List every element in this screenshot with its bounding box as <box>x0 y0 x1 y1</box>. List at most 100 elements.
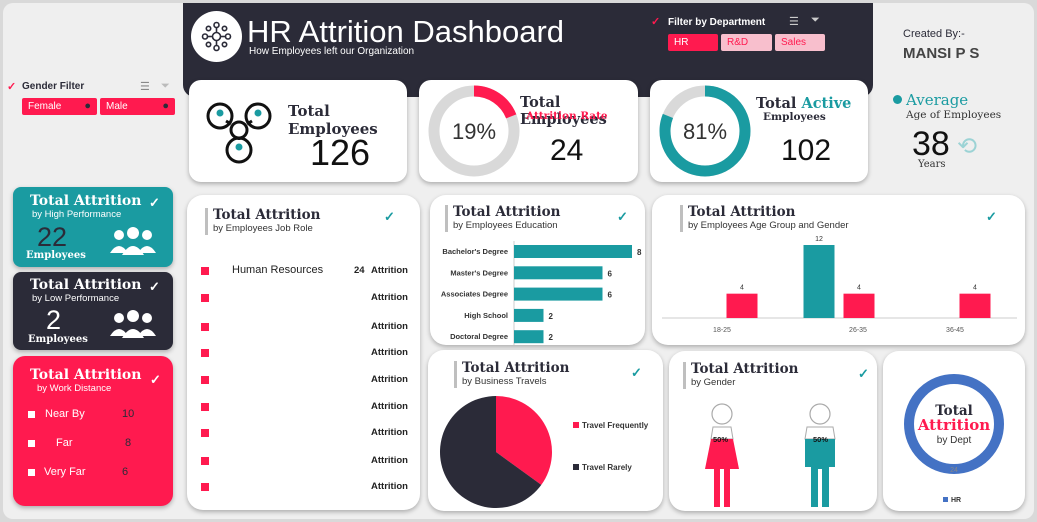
tick-label: 18-25 <box>713 327 731 334</box>
distance-title: Total Attrition <box>30 367 142 383</box>
education-title: Total Attrition <box>453 204 561 220</box>
bar <box>514 245 632 258</box>
high-perf-check-icon: ✓ <box>149 195 160 210</box>
female-person-icon: ● <box>84 100 91 112</box>
clear-filter-icon[interactable]: ⏷ <box>811 14 820 27</box>
dashboard-title: HR Attrition Dashboard <box>247 14 565 49</box>
job-role-title: Total Attrition <box>213 207 321 223</box>
job-role-row[interactable]: Attrition <box>201 400 416 416</box>
job-role-name: Human Resources <box>232 264 324 276</box>
job-role-row[interactable]: Human Resources 24 Attrition <box>201 264 416 280</box>
dept-option-hr[interactable]: HR <box>668 34 718 51</box>
gender-multi-select-icon[interactable]: ☰ <box>140 80 150 93</box>
job-role-row[interactable]: Attrition <box>201 480 416 496</box>
age-group-check-icon: ✓ <box>986 209 997 224</box>
high-perf-value: 22 <box>37 222 68 252</box>
average-dot-icon <box>893 95 902 104</box>
distance-value: 8 <box>125 437 132 449</box>
job-role-label: Attrition <box>371 321 408 332</box>
gender-option-female[interactable]: Female ● <box>22 98 97 115</box>
square-bullet-icon <box>201 403 209 411</box>
legend-swatch <box>943 497 948 502</box>
attrition-percent: 19% <box>451 119 497 144</box>
dept-option-rnd[interactable]: R&D <box>721 34 772 51</box>
job-role-subtitle: by Employees Job Role <box>213 223 313 234</box>
distance-row: Near By 10 <box>28 407 168 436</box>
job-role-row[interactable]: Attrition <box>201 320 416 336</box>
low-perf-title: Total Attrition <box>30 277 142 293</box>
job-role-row[interactable]: Attrition <box>201 426 416 442</box>
bar <box>514 266 603 280</box>
job-role-check-icon: ✓ <box>384 209 395 224</box>
data-label: 2 <box>549 333 554 342</box>
distance-row: Far 8 <box>28 436 168 465</box>
legend-label: HR <box>951 497 962 504</box>
female-percent: 50% <box>713 435 729 444</box>
legend-item: Travel Rarely <box>573 463 648 472</box>
male-person-icon: ● <box>162 100 169 112</box>
distance-list: Near By 10 Far 8 Very Far 6 <box>28 407 168 494</box>
travel-title: Total Attrition <box>462 360 570 376</box>
job-role-row[interactable]: Attrition <box>201 346 416 362</box>
travel-legend: Travel Frequently Travel Rarely <box>573 421 648 472</box>
travel-subtitle: by Business Travels <box>462 376 547 387</box>
tick-label: 36-45 <box>946 327 964 334</box>
active-value: 102 <box>781 134 832 167</box>
travel-heading: Total Attrition by Business Travels <box>454 361 569 388</box>
high-perf-unit: Employees <box>26 250 86 261</box>
work-distance-card: Total Attrition by Work Distance ✓ Near … <box>13 356 173 506</box>
job-role-row[interactable]: Attrition <box>201 373 416 389</box>
author-name: MANSI P S <box>903 45 980 62</box>
job-role-value: 24 <box>354 265 365 276</box>
dept-value: 24 <box>950 467 958 474</box>
education-subtitle: by Employees Education <box>453 220 558 231</box>
total-employees-card: Total Employees 126 <box>189 80 407 182</box>
high-performance-card: Total Attrition by High Performance ✓ 22… <box>13 187 173 267</box>
data-label: 4 <box>973 285 977 292</box>
bar <box>514 330 544 344</box>
square-bullet-icon <box>28 411 35 418</box>
active-title: Total Active <box>756 95 851 112</box>
age-group-heading: Total Attrition by Employees Age Group a… <box>680 205 849 232</box>
job-role-label: Attrition <box>371 481 408 492</box>
job-role-label: Attrition <box>371 265 408 276</box>
dept-legend: HR <box>943 497 961 504</box>
dept-option-sales[interactable]: Sales <box>775 34 825 51</box>
low-perf-value: 2 <box>46 305 62 335</box>
job-role-card: Total Attrition by Employees Job Role ✓ … <box>187 195 420 510</box>
legend-item: Travel Frequently <box>573 421 648 463</box>
job-role-row[interactable]: Attrition <box>201 291 416 307</box>
square-bullet-icon <box>28 469 35 476</box>
job-role-row[interactable]: Attrition <box>201 454 416 470</box>
gender-filter-check-icon: ✓ <box>7 81 17 93</box>
active-title-b: Active <box>801 95 852 112</box>
attrition-subtitle: Attrition Rate <box>526 110 608 122</box>
data-label: 12 <box>815 236 823 243</box>
distance-label: Very Far <box>44 466 86 478</box>
average-title: Average <box>906 91 969 109</box>
gender-clear-filter-icon[interactable]: ⏷ <box>161 80 170 93</box>
dept-filter-label: Filter by Department <box>668 17 766 28</box>
square-bullet-icon <box>201 376 209 384</box>
active-percent: 81% <box>682 119 728 144</box>
distance-label: Far <box>56 437 73 449</box>
gender-heading: Total Attrition by Gender <box>683 362 798 389</box>
bar <box>514 308 544 322</box>
gender-subtitle: by Gender <box>691 377 736 388</box>
age-group-subtitle: by Employees Age Group and Gender <box>688 220 849 231</box>
people-group-icon <box>108 310 158 343</box>
low-perf-check-icon: ✓ <box>149 279 160 294</box>
square-bullet-icon <box>201 349 209 357</box>
active-employees-card: 81% Total Active Employees 102 <box>650 80 868 182</box>
legend-swatch <box>573 422 579 428</box>
gender-title: Total Attrition <box>691 361 799 377</box>
job-role-label: Attrition <box>371 347 408 358</box>
gender-option-male[interactable]: Male ● <box>100 98 175 115</box>
bar <box>843 293 875 318</box>
multi-select-icon[interactable]: ☰ <box>789 15 799 28</box>
gender-option-female-label: Female <box>28 101 62 112</box>
square-bullet-icon <box>201 323 209 331</box>
gender-card: Total Attrition by Gender ✓ 50% 50% <box>669 351 877 511</box>
tick-label: Associates Degree <box>441 290 508 299</box>
tick-label: Doctoral Degree <box>450 332 508 341</box>
